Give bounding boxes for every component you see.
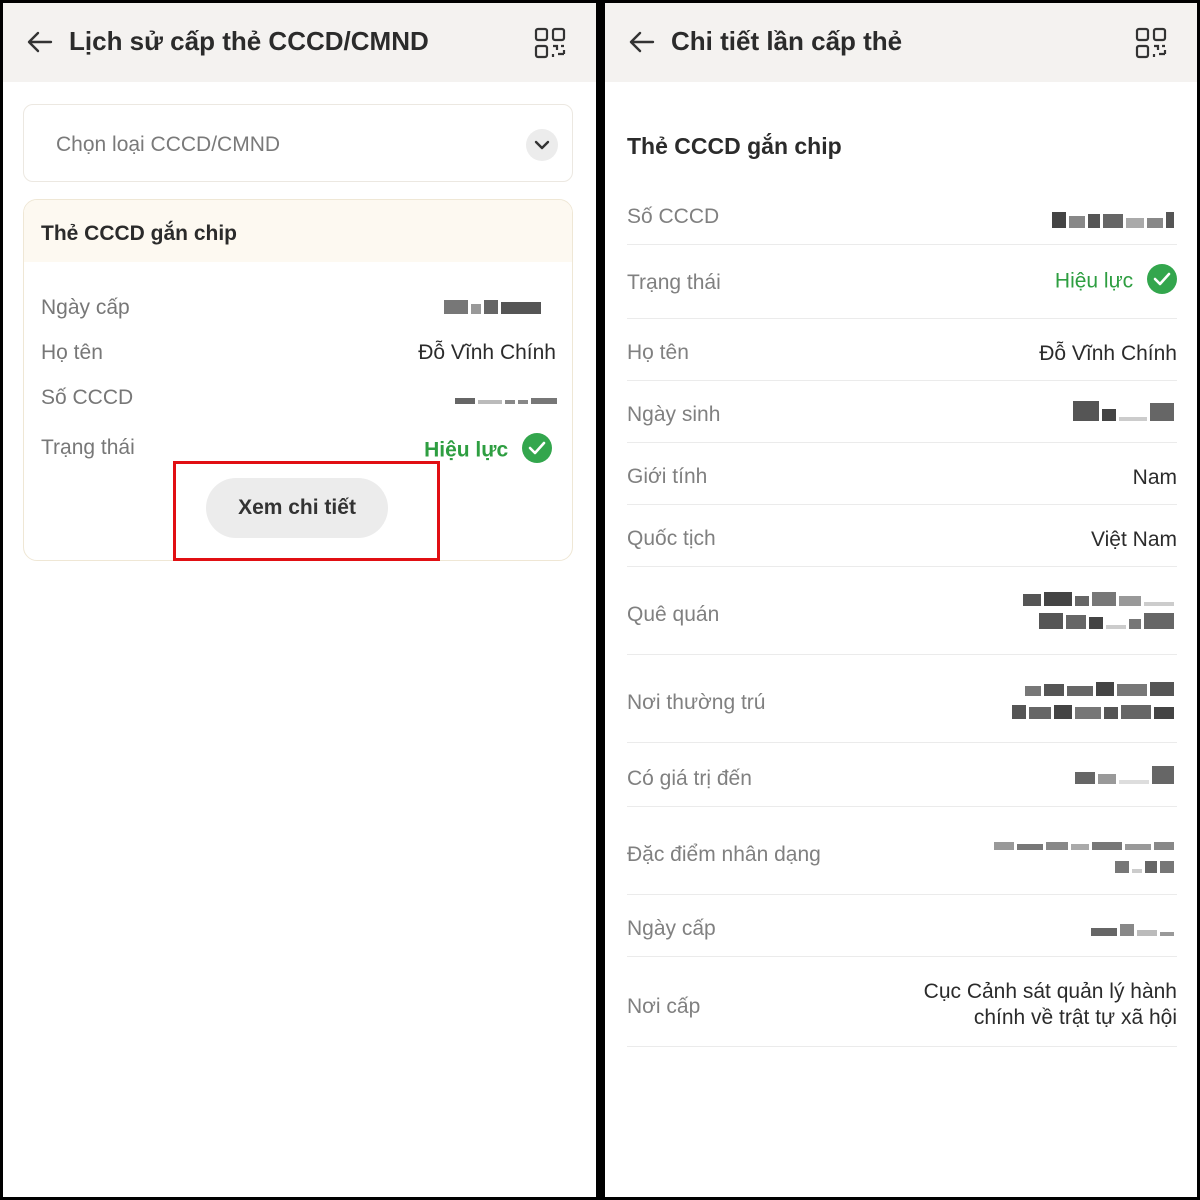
row-label: Quê quán [627,603,720,626]
row-status: Trạng thái Hiệu lực [41,433,556,466]
row-label: Nơi thường trú [627,691,766,714]
row-id-number: Số CCCD [627,187,1177,245]
row-issuing-authority: Nơi cấp Cục Cảnh sát quản lý hành chính … [627,957,1177,1047]
page-title: Chi tiết lần cấp thẻ [671,26,903,56]
row-value: Đỗ Vĩnh Chính [1039,342,1177,365]
card-history-item: Thẻ CCCD gắn chip Ngày cấp Họ tên Đỗ Vĩn… [23,199,573,561]
redacted-value [455,386,560,410]
row-label: Trạng thái [627,271,721,294]
row-full-name: Họ tên Đỗ Vĩnh Chính [41,341,556,371]
select-placeholder: Chọn loại CCCD/CMND [56,133,281,156]
qr-code-icon[interactable] [534,27,566,59]
row-label: Số CCCD [627,205,720,228]
page-title: Lịch sử cấp thẻ CCCD/CMND [69,26,429,56]
redacted-value [994,833,1177,878]
row-value: Việt Nam [1091,528,1177,551]
chevron-down-icon[interactable] [526,129,558,161]
card-title: Thẻ CCCD gắn chip [41,222,238,245]
history-screen: Lịch sử cấp thẻ CCCD/CMND Chọn loại CCCD… [3,3,596,1197]
redacted-value [1091,917,1177,943]
status-value: Hiệu lực [1054,269,1134,293]
top-bar: Lịch sử cấp thẻ CCCD/CMND [3,3,596,82]
row-hometown: Quê quán [627,567,1177,655]
redacted-value [1012,679,1177,724]
row-label: Quốc tịch [627,527,716,550]
row-identification-marks: Đặc điểm nhân dạng [627,807,1177,895]
arrow-left-icon[interactable] [25,27,55,57]
redacted-value [1052,209,1177,235]
row-label: Họ tên [627,341,689,364]
redacted-value [1073,401,1177,428]
row-id-number: Số CCCD [41,386,557,416]
card-header: Thẻ CCCD gắn chip [24,200,572,262]
detail-screen: Chi tiết lần cấp thẻ Thẻ CCCD gắn chip S… [605,3,1197,1197]
row-valid-until: Có giá trị đến [627,743,1177,807]
row-full-name: Họ tên Đỗ Vĩnh Chính [627,319,1177,381]
row-label: Ngày cấp [41,296,130,319]
redacted-value [444,296,544,320]
row-nationality: Quốc tịch Việt Nam [627,505,1177,567]
row-label: Trạng thái [41,436,135,459]
row-issue-date: Ngày cấp [627,895,1177,957]
redacted-value [1023,589,1177,634]
view-details-button[interactable]: Xem chi tiết [206,478,388,538]
row-birth-date: Ngày sinh [627,381,1177,443]
row-value-line-1: Cục Cảnh sát quản lý hành [923,980,1177,1003]
row-issue-date: Ngày cấp [41,296,556,326]
row-gender: Giới tính Nam [627,443,1177,505]
row-value-line-2: chính về trật tự xã hội [973,1006,1177,1029]
check-circle-icon [1147,264,1177,294]
row-label: Ngày cấp [627,917,716,940]
row-value: Nam [1132,466,1177,489]
row-label: Họ tên [41,341,103,364]
qr-code-icon[interactable] [1135,27,1167,59]
row-label: Số CCCD [41,386,134,409]
card-type-select[interactable]: Chọn loại CCCD/CMND [23,104,573,182]
row-label: Có giá trị đến [627,767,752,790]
top-bar: Chi tiết lần cấp thẻ [605,3,1197,82]
section-title: Thẻ CCCD gắn chip [627,133,842,159]
row-label: Ngày sinh [627,403,721,426]
row-permanent-address: Nơi thường trú [627,655,1177,743]
check-circle-icon [522,433,552,463]
redacted-value [1075,765,1177,791]
row-label: Giới tính [627,465,708,488]
row-label: Đặc điểm nhân dạng [627,843,821,866]
row-value: Đỗ Vĩnh Chính [418,341,556,364]
row-status: Trạng thái Hiệu lực [627,245,1177,319]
status-value: Hiệu lực [424,438,509,462]
row-label: Nơi cấp [627,995,701,1018]
arrow-left-icon[interactable] [627,27,657,57]
